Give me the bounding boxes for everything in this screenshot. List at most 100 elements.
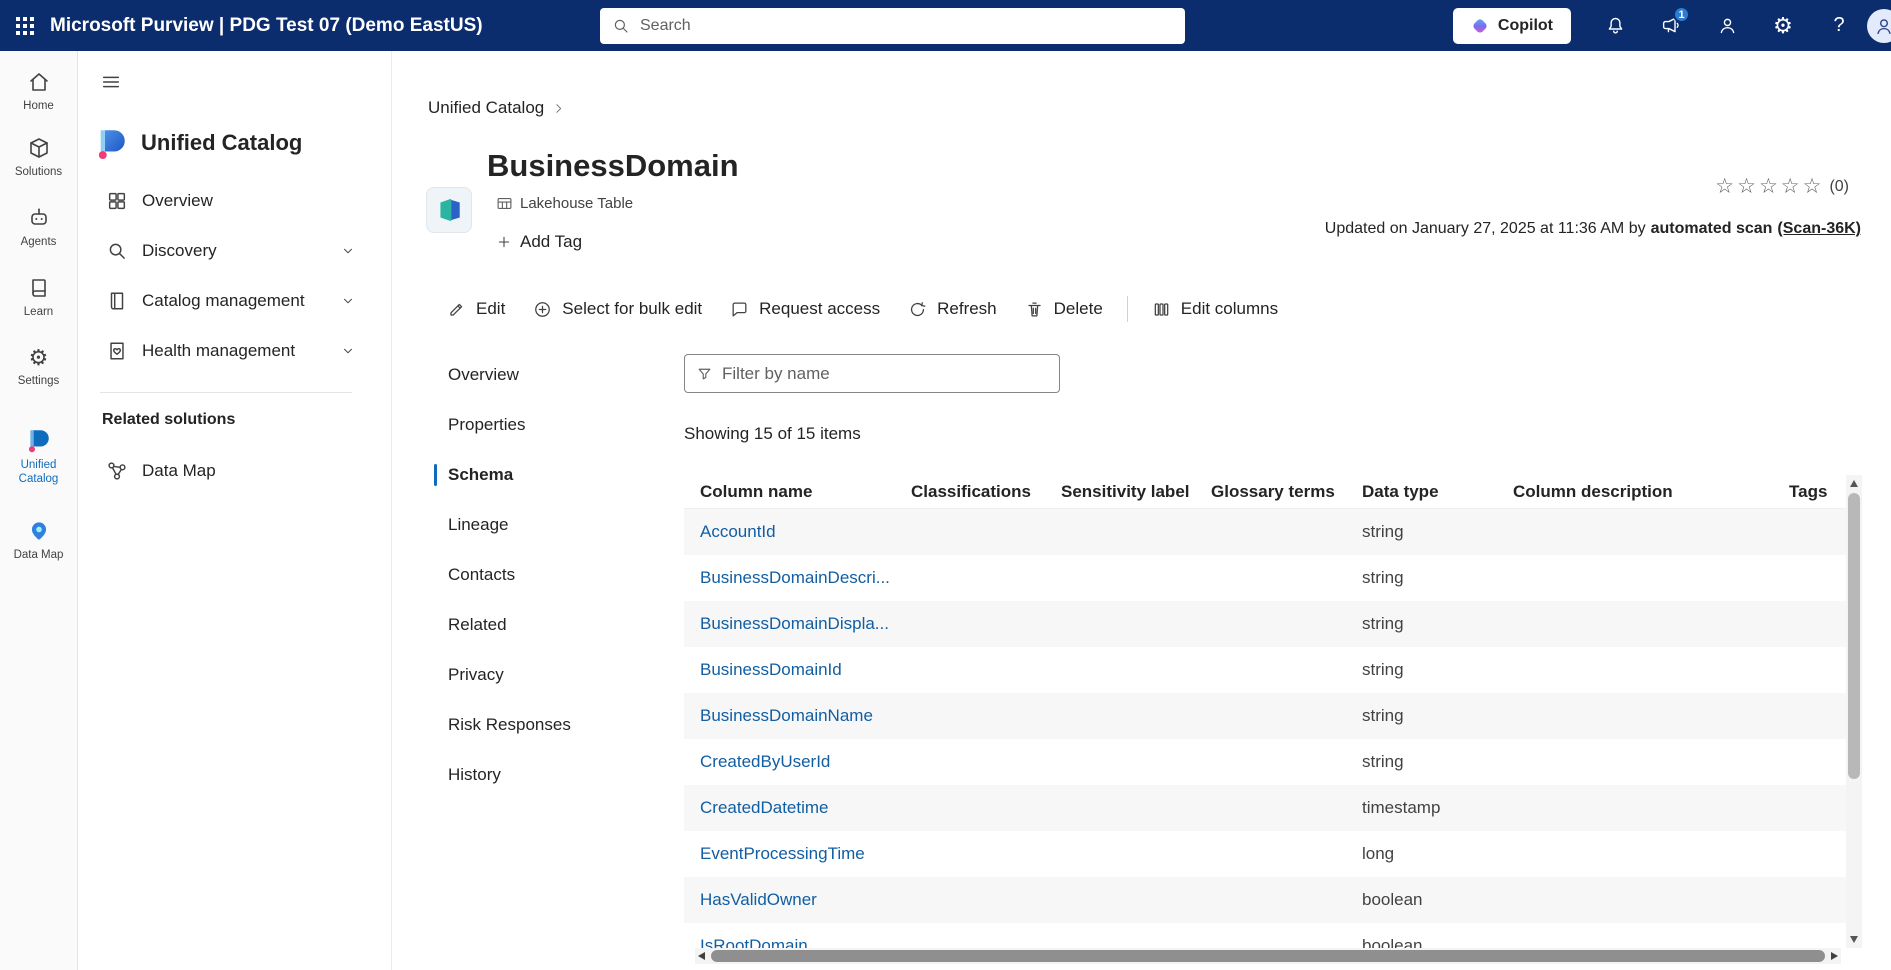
column-name-link[interactable]: CreatedDatetime: [700, 798, 829, 817]
whats-new-button[interactable]: 1: [1643, 0, 1699, 51]
feedback-button[interactable]: [1699, 0, 1755, 51]
global-search[interactable]: [600, 8, 1185, 44]
column-header[interactable]: Classifications: [895, 482, 1045, 502]
rail-item-solutions[interactable]: Solutions: [0, 123, 77, 193]
refresh-button[interactable]: Refresh: [894, 291, 1011, 327]
detail-tab[interactable]: Schema: [434, 450, 674, 500]
sidebar-item-data-map[interactable]: Data Map: [78, 446, 391, 496]
column-name-cell: AccountId: [684, 522, 895, 542]
magnifier-icon: [106, 240, 128, 262]
scroll-up-arrow[interactable]: [1850, 480, 1858, 487]
scan-link[interactable]: (Scan-36K): [1777, 220, 1861, 238]
scroll-right-arrow[interactable]: [1831, 952, 1838, 960]
data-type-cell: string: [1346, 660, 1497, 680]
person-feedback-icon: [1717, 15, 1738, 36]
scroll-left-arrow[interactable]: [698, 952, 705, 960]
rail-item-agents[interactable]: Agents: [0, 193, 77, 263]
column-name-link[interactable]: BusinessDomainDescri...: [700, 568, 890, 587]
edit-columns-button[interactable]: Edit columns: [1138, 291, 1292, 327]
edit-button[interactable]: Edit: [447, 291, 519, 327]
table-row[interactable]: HasValidOwner boolean: [684, 877, 1846, 923]
column-name-link[interactable]: BusinessDomainDispla...: [700, 614, 889, 633]
vertical-scrollbar[interactable]: [1846, 475, 1862, 948]
data-map-icon: [26, 517, 52, 543]
table-row[interactable]: EventProcessingTime long: [684, 831, 1846, 877]
column-header[interactable]: Data type: [1346, 482, 1497, 502]
column-name-link[interactable]: EventProcessingTime: [700, 844, 865, 863]
sidebar-nav: Overview Discovery Catalog management: [78, 176, 391, 376]
request-access-button[interactable]: Request access: [716, 291, 894, 327]
column-name-link[interactable]: BusinessDomainId: [700, 660, 842, 679]
rail-item-learn[interactable]: Learn: [0, 263, 77, 333]
column-name-link[interactable]: CreatedByUserId: [700, 752, 830, 771]
horizontal-scroll-thumb[interactable]: [711, 950, 1825, 962]
detail-tab[interactable]: Privacy: [434, 650, 674, 700]
rail-item-data-map[interactable]: Data Map: [0, 501, 77, 579]
rating[interactable]: (0): [1715, 176, 1849, 197]
avatar[interactable]: [1867, 9, 1891, 43]
horizontal-scrollbar[interactable]: [695, 948, 1841, 964]
breadcrumb-link[interactable]: Unified Catalog: [428, 98, 544, 118]
chevron-down-icon[interactable]: [341, 294, 355, 308]
sidebar-item-discovery[interactable]: Discovery: [78, 226, 391, 276]
copilot-button[interactable]: Copilot: [1453, 8, 1571, 44]
table-row[interactable]: BusinessDomainName string: [684, 693, 1846, 739]
app-launcher-button[interactable]: [0, 0, 50, 51]
detail-tab[interactable]: Risk Responses: [434, 700, 674, 750]
rail-item-home[interactable]: Home: [0, 61, 77, 123]
detail-tab[interactable]: Contacts: [434, 550, 674, 600]
search-input[interactable]: [640, 17, 1173, 35]
column-header[interactable]: Glossary terms: [1195, 482, 1346, 502]
detail-tab[interactable]: Lineage: [434, 500, 674, 550]
delete-button[interactable]: Delete: [1011, 291, 1117, 327]
solutions-icon: [27, 136, 51, 160]
filter-box[interactable]: [684, 354, 1060, 393]
column-name-link[interactable]: IsRootDomain: [700, 936, 808, 948]
detail-tab[interactable]: History: [434, 750, 674, 800]
help-icon: [1833, 14, 1844, 37]
column-name-link[interactable]: AccountId: [700, 522, 776, 541]
rail-item-unified-catalog[interactable]: Unified Catalog: [0, 413, 77, 501]
settings-button[interactable]: [1755, 0, 1811, 51]
detail-tab[interactable]: Overview: [434, 350, 674, 400]
detail-tab[interactable]: Properties: [434, 400, 674, 450]
app-launcher-icon: [15, 16, 35, 36]
trash-icon: [1025, 300, 1044, 319]
table-row[interactable]: BusinessDomainId string: [684, 647, 1846, 693]
star-icon: [1759, 176, 1778, 197]
scroll-down-arrow[interactable]: [1850, 936, 1858, 943]
table-row[interactable]: IsRootDomain boolean: [684, 923, 1846, 948]
help-button[interactable]: [1811, 0, 1867, 51]
collapse-sidebar-button[interactable]: [100, 71, 122, 93]
column-header[interactable]: Column name: [684, 482, 895, 502]
fabric-lakehouse-icon: [434, 195, 464, 225]
table-row[interactable]: CreatedDatetime timestamp: [684, 785, 1846, 831]
chevron-right-icon: [552, 102, 565, 115]
data-type-cell: long: [1346, 844, 1497, 864]
chevron-down-icon[interactable]: [341, 244, 355, 258]
column-name-link[interactable]: HasValidOwner: [700, 890, 817, 909]
add-tag-button[interactable]: Add Tag: [496, 232, 582, 252]
bulk-edit-button[interactable]: Select for bulk edit: [519, 291, 716, 327]
sidebar-header: Unified Catalog: [95, 126, 302, 160]
sidebar-item-catalog-management[interactable]: Catalog management: [78, 276, 391, 326]
table-row[interactable]: CreatedByUserId string: [684, 739, 1846, 785]
sidebar-item-overview[interactable]: Overview: [78, 176, 391, 226]
table-row[interactable]: BusinessDomainDispla... string: [684, 601, 1846, 647]
unified-catalog-logo: [95, 126, 129, 160]
table-row[interactable]: AccountId string: [684, 509, 1846, 555]
filter-input[interactable]: [722, 364, 1048, 384]
detail-tab[interactable]: Related: [434, 600, 674, 650]
column-header[interactable]: Tags: [1773, 482, 1846, 502]
column-header[interactable]: Column description: [1497, 482, 1773, 502]
sidebar-item-health-management[interactable]: Health management: [78, 326, 391, 376]
gear-icon: [29, 347, 49, 369]
column-header[interactable]: Sensitivity label: [1045, 482, 1195, 502]
notifications-button[interactable]: [1587, 0, 1643, 51]
vertical-scroll-thumb[interactable]: [1848, 493, 1860, 779]
table-row[interactable]: BusinessDomainDescri... string: [684, 555, 1846, 601]
table-icon: [496, 195, 513, 212]
chevron-down-icon[interactable]: [341, 344, 355, 358]
rail-item-settings[interactable]: Settings: [0, 333, 77, 403]
column-name-link[interactable]: BusinessDomainName: [700, 706, 873, 725]
